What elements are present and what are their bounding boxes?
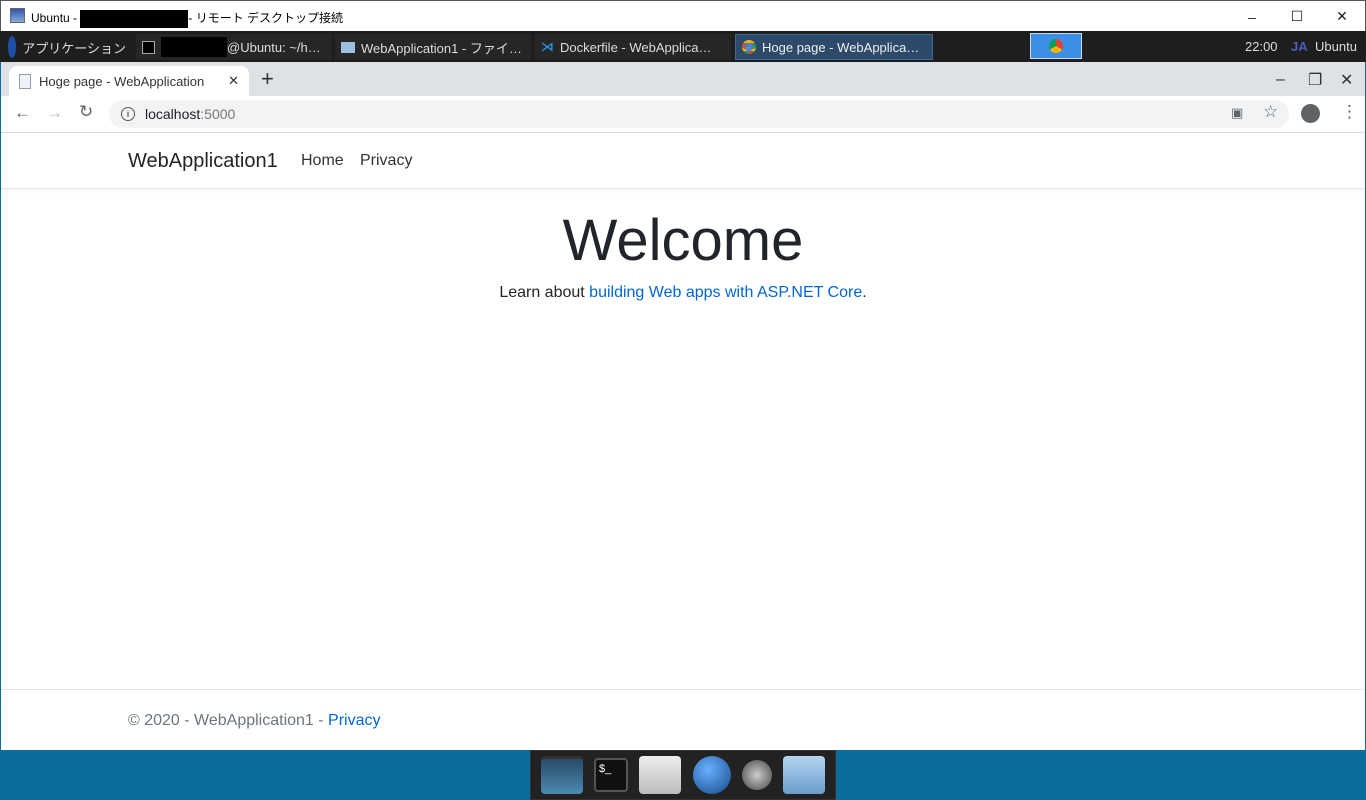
minimize-button[interactable]: – <box>1229 1 1275 32</box>
clock[interactable]: 22:00 <box>1245 39 1278 54</box>
bookmark-star-icon[interactable]: ☆ <box>1263 102 1278 122</box>
chrome-icon <box>1049 39 1063 53</box>
tab-title: Hoge page - WebApplication <box>39 74 220 89</box>
home-folder-icon[interactable] <box>639 756 681 794</box>
xfce-logo-icon <box>8 36 16 58</box>
folder-icon <box>341 42 355 53</box>
browser-close-button[interactable]: ✕ <box>1340 70 1353 90</box>
maximize-button[interactable]: ☐ <box>1274 1 1320 32</box>
user-menu[interactable]: Ubuntu <box>1315 39 1357 54</box>
reload-icon[interactable]: ↻ <box>79 102 93 122</box>
forward-icon[interactable]: → <box>46 103 63 123</box>
new-tab-button[interactable]: + <box>261 66 274 92</box>
remote-desktop-title-bar: Ubuntu - - リモート デスクトップ接続 – ☐ ✕ <box>0 0 1366 31</box>
site-brand[interactable]: WebApplication1 <box>128 150 278 173</box>
menu-icon[interactable]: ⋮ <box>1341 102 1358 122</box>
nav-home[interactable]: Home <box>301 152 344 170</box>
profile-icon[interactable] <box>1301 104 1320 123</box>
url-port: :5000 <box>200 106 235 122</box>
xfce-panel: アプリケーション @Ubuntu: ~/h… WebApplication1 -… <box>0 31 1366 62</box>
browser-tab-strip: Hoge page - WebApplication ✕ + – ❐ ✕ <box>1 62 1365 96</box>
footer-privacy-link[interactable]: Privacy <box>328 712 380 729</box>
address-bar[interactable]: i localhost:5000 <box>109 100 1289 128</box>
remote-desktop-icon <box>10 8 25 23</box>
footer-text: © 2020 - WebApplication1 - <box>128 712 328 729</box>
input-method-indicator[interactable]: JA <box>1291 39 1308 54</box>
window-title-suffix: - リモート デスクトップ接続 <box>188 11 343 25</box>
browser-minimize-button[interactable]: – <box>1276 71 1285 89</box>
url-text: localhost:5000 <box>145 106 235 122</box>
terminal-icon[interactable]: $_ <box>594 758 628 792</box>
show-desktop-icon[interactable] <box>541 756 583 794</box>
task-label: Hoge page - WebApplica… <box>762 40 919 55</box>
back-icon[interactable]: ← <box>14 103 31 123</box>
task-terminal[interactable]: @Ubuntu: ~/h… <box>136 34 332 60</box>
workspace-switcher-active[interactable] <box>1030 33 1082 59</box>
folder-icon[interactable] <box>783 756 825 794</box>
redacted-block <box>161 37 227 57</box>
applications-menu[interactable]: アプリケーション <box>2 34 132 60</box>
browser-restore-button[interactable]: ❐ <box>1308 70 1322 90</box>
task-vscode[interactable]: ⋊ Dockerfile - WebApplica… <box>535 34 731 60</box>
chrome-icon <box>742 40 756 54</box>
browser-toolbar: ← → ↻ i localhost:5000 ▣ ☆ ⋮ <box>1 96 1365 133</box>
vscode-icon: ⋊ <box>541 39 554 55</box>
task-label: Dockerfile - WebApplica… <box>560 40 711 55</box>
terminal-icon <box>142 41 155 54</box>
site-footer: © 2020 - WebApplication1 - Privacy <box>1 689 1365 750</box>
intro-suffix: . <box>862 284 866 301</box>
translate-icon[interactable]: ▣ <box>1231 105 1243 121</box>
task-label: WebApplication1 - ファイ… <box>361 38 522 57</box>
close-button[interactable]: ✕ <box>1319 1 1365 32</box>
site-navbar: WebApplication1 Home Privacy <box>1 133 1365 189</box>
dock: $_ <box>530 750 836 800</box>
nav-privacy[interactable]: Privacy <box>360 152 412 170</box>
intro-prefix: Learn about <box>499 284 589 301</box>
page-icon <box>19 74 31 89</box>
redacted-block <box>80 10 188 28</box>
intro-text: Learn about building Web apps with ASP.N… <box>1 284 1365 302</box>
window-title-prefix: Ubuntu - <box>31 11 80 25</box>
url-host: localhost <box>145 106 200 122</box>
web-page: WebApplication1 Home Privacy Welcome Lea… <box>1 133 1365 750</box>
task-label: @Ubuntu: ~/h… <box>227 40 321 55</box>
info-icon: i <box>121 107 135 121</box>
web-browser-icon[interactable] <box>693 756 731 794</box>
task-chrome[interactable]: Hoge page - WebApplica… <box>735 34 933 60</box>
tab-close-button[interactable]: ✕ <box>228 73 239 89</box>
page-heading: Welcome <box>1 207 1365 274</box>
search-icon[interactable] <box>742 760 772 790</box>
applications-label: アプリケーション <box>22 38 126 57</box>
task-file-manager[interactable]: WebApplication1 - ファイ… <box>335 34 531 60</box>
aspnet-docs-link[interactable]: building Web apps with ASP.NET Core <box>589 284 862 301</box>
tab-hoge-page[interactable]: Hoge page - WebApplication ✕ <box>9 66 249 96</box>
